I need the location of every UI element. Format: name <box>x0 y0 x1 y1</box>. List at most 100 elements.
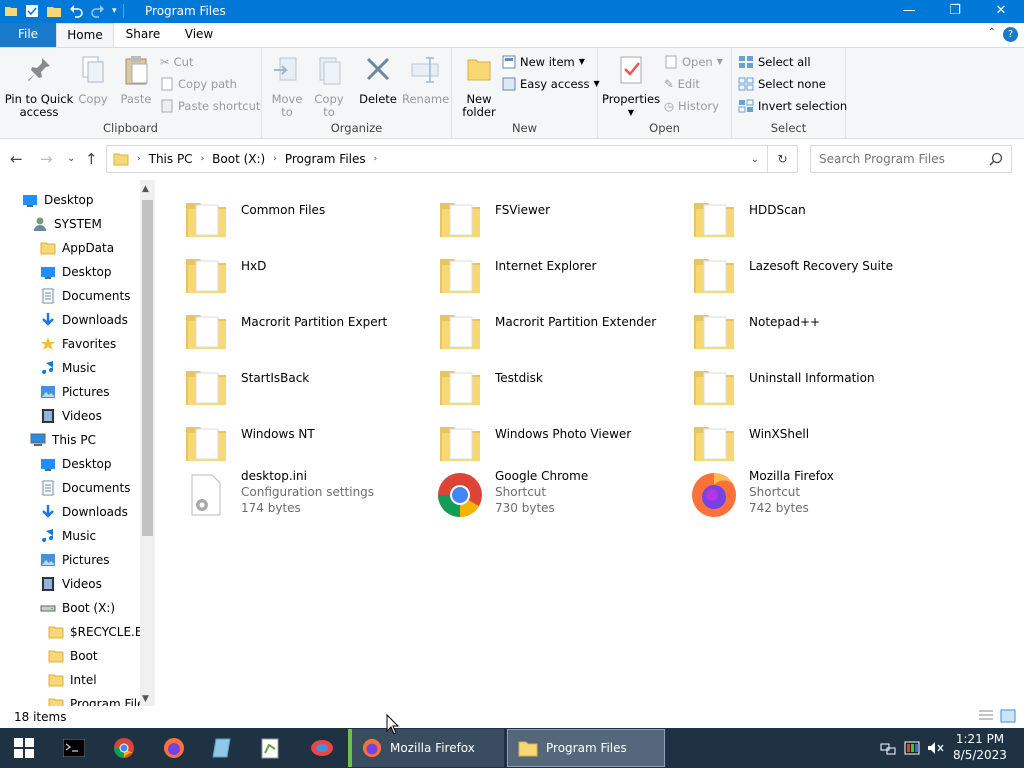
copy-path-button[interactable]: Copy path <box>160 74 237 94</box>
back-arrow-icon[interactable]: ← <box>10 150 23 168</box>
nav-tree-item[interactable]: Program Files <box>48 692 151 706</box>
breadcrumb-this-pc[interactable]: This PC <box>149 152 193 166</box>
folder-item[interactable]: Macrorit Partition Extender <box>436 302 686 356</box>
breadcrumb-separator-icon[interactable]: › <box>137 154 141 164</box>
invert-selection-button[interactable]: Invert selection <box>738 96 847 116</box>
nav-tree-item[interactable]: This PC <box>30 428 96 452</box>
search-box[interactable] <box>810 145 1012 173</box>
volume-muted-icon[interactable] <box>926 728 946 768</box>
file-item[interactable]: desktop.ini Configuration settings 174 byt… <box>182 468 432 522</box>
folder-item[interactable]: Notepad++ <box>690 302 940 356</box>
pin-to-quick-access-button[interactable]: Pin to Quick access <box>4 54 74 119</box>
properties-icon[interactable] <box>24 3 40 19</box>
nav-tree-item[interactable]: Music <box>40 524 96 548</box>
qat-dropdown-icon[interactable]: ▾ <box>112 6 117 16</box>
folder-item[interactable]: Windows NT <box>182 414 432 468</box>
nav-tree-item[interactable]: Favorites <box>40 332 116 356</box>
folder-item[interactable]: HDDScan <box>690 190 940 244</box>
cut-button[interactable]: ✂ Cut <box>160 52 193 72</box>
nav-tree-item[interactable]: Boot <box>48 644 98 668</box>
nav-tree-item[interactable]: Documents <box>40 284 130 308</box>
breadcrumb-separator-icon[interactable]: › <box>201 154 205 164</box>
address-dropdown-icon[interactable]: ⌄ <box>751 154 759 165</box>
move-to-button[interactable]: Move to <box>268 54 306 119</box>
close-button[interactable]: ✕ <box>978 0 1024 23</box>
undo-icon[interactable] <box>68 3 84 19</box>
nav-tree-item[interactable]: Desktop <box>22 188 94 212</box>
scroll-down-icon[interactable]: ▼ <box>142 694 149 704</box>
nav-tree-item[interactable]: Videos <box>40 572 102 596</box>
taskbar-window-firefox[interactable]: Mozilla Firefox <box>348 729 504 767</box>
large-icons-view-icon[interactable] <box>1000 709 1016 723</box>
address-bar[interactable]: › This PC › Boot (X:) › Program Files › … <box>106 145 768 173</box>
breadcrumb-boot-drive[interactable]: Boot (X:) <box>212 152 265 166</box>
scroll-up-icon[interactable]: ▲ <box>142 184 149 194</box>
taskbar-clock[interactable]: 1:21 PM 8/5/2023 <box>950 731 1010 763</box>
select-none-button[interactable]: Select none <box>738 74 826 94</box>
taskbar-app-crystal[interactable] <box>198 728 246 768</box>
folder-item[interactable]: Lazesoft Recovery Suite <box>690 246 940 300</box>
taskbar-firefox[interactable] <box>150 728 198 768</box>
nav-tree-item[interactable]: SYSTEM <box>32 212 102 236</box>
folder-item[interactable]: Internet Explorer <box>436 246 686 300</box>
copy-button[interactable]: Copy <box>76 54 110 106</box>
tab-view[interactable]: View <box>172 23 226 47</box>
nav-tree-item[interactable]: Intel <box>48 668 97 692</box>
folder-item[interactable]: Windows Photo Viewer <box>436 414 686 468</box>
taskbar-chrome[interactable] <box>100 728 148 768</box>
minimize-button[interactable]: — <box>886 0 932 23</box>
taskbar-app-partition[interactable] <box>298 728 346 768</box>
nav-tree-item[interactable]: Downloads <box>40 500 128 524</box>
refresh-button[interactable]: ↻ <box>768 145 798 173</box>
taskbar-cmd[interactable] <box>50 728 98 768</box>
file-item[interactable]: Google Chrome Shortcut 730 bytes <box>436 468 686 522</box>
new-item-button[interactable]: New item ▼ <box>502 52 585 72</box>
taskbar-window-explorer[interactable]: Program Files <box>507 729 665 767</box>
nav-pane-scrollbar[interactable]: ▲ ▼ <box>140 180 155 706</box>
help-icon[interactable]: ? <box>1003 27 1018 42</box>
details-view-icon[interactable] <box>978 709 994 723</box>
select-all-button[interactable]: Select all <box>738 52 811 72</box>
nav-tree-item[interactable]: Videos <box>40 404 102 428</box>
nav-tree-item[interactable]: Pictures <box>40 548 110 572</box>
breadcrumb-separator-icon[interactable]: › <box>273 154 277 164</box>
maximize-button[interactable]: ❐ <box>932 0 978 23</box>
folder-item[interactable]: WinXShell <box>690 414 940 468</box>
up-arrow-icon[interactable]: ↑ <box>85 150 98 168</box>
nav-tree-item[interactable]: Desktop <box>40 260 112 284</box>
folder-item[interactable]: Macrorit Partition Expert <box>182 302 432 356</box>
nav-tree-item[interactable]: AppData <box>40 236 114 260</box>
recent-locations-chevron-icon[interactable]: ⌄ <box>67 153 75 164</box>
nav-tree-item[interactable]: Downloads <box>40 308 128 332</box>
paste-button[interactable]: Paste <box>116 54 156 106</box>
tab-share[interactable]: Share <box>116 23 170 47</box>
breadcrumb-separator-icon[interactable]: › <box>374 154 378 164</box>
tab-file[interactable]: File <box>0 23 56 47</box>
edit-button[interactable]: ✎ Edit <box>664 74 700 94</box>
taskbar-app-notepad[interactable] <box>246 728 294 768</box>
nav-tree-item[interactable]: Desktop <box>40 452 112 476</box>
breadcrumb-program-files[interactable]: Program Files <box>285 152 366 166</box>
new-folder-button[interactable]: New folder <box>460 54 498 119</box>
forward-arrow-icon[interactable]: → <box>40 150 53 168</box>
collapse-ribbon-icon[interactable]: ⌃ <box>988 27 996 38</box>
folder-item[interactable]: StartIsBack <box>182 358 432 412</box>
nav-tree-item[interactable]: $RECYCLE.BIN <box>48 620 155 644</box>
open-button[interactable]: Open ▼ <box>664 52 723 72</box>
easy-access-button[interactable]: Easy access ▼ <box>502 74 600 94</box>
delete-button[interactable]: Delete <box>358 54 398 106</box>
folder-item[interactable]: Testdisk <box>436 358 686 412</box>
new-folder-icon[interactable] <box>46 3 62 19</box>
redo-icon[interactable] <box>90 3 106 19</box>
properties-button[interactable]: Properties ▼ <box>602 54 660 119</box>
scrollbar-thumb[interactable] <box>142 200 153 536</box>
copy-to-button[interactable]: Copy to <box>310 54 348 119</box>
nav-tree-item[interactable]: Pictures <box>40 380 110 404</box>
folder-item[interactable]: FSViewer <box>436 190 686 244</box>
rename-button[interactable]: Rename <box>402 54 449 106</box>
nav-tree-item[interactable]: Documents <box>40 476 130 500</box>
file-item[interactable]: Mozilla Firefox Shortcut 742 bytes <box>690 468 940 522</box>
network-tray-icon[interactable] <box>878 728 898 768</box>
paste-shortcut-button[interactable]: Paste shortcut <box>160 96 260 116</box>
history-button[interactable]: ◷ History <box>664 96 719 116</box>
